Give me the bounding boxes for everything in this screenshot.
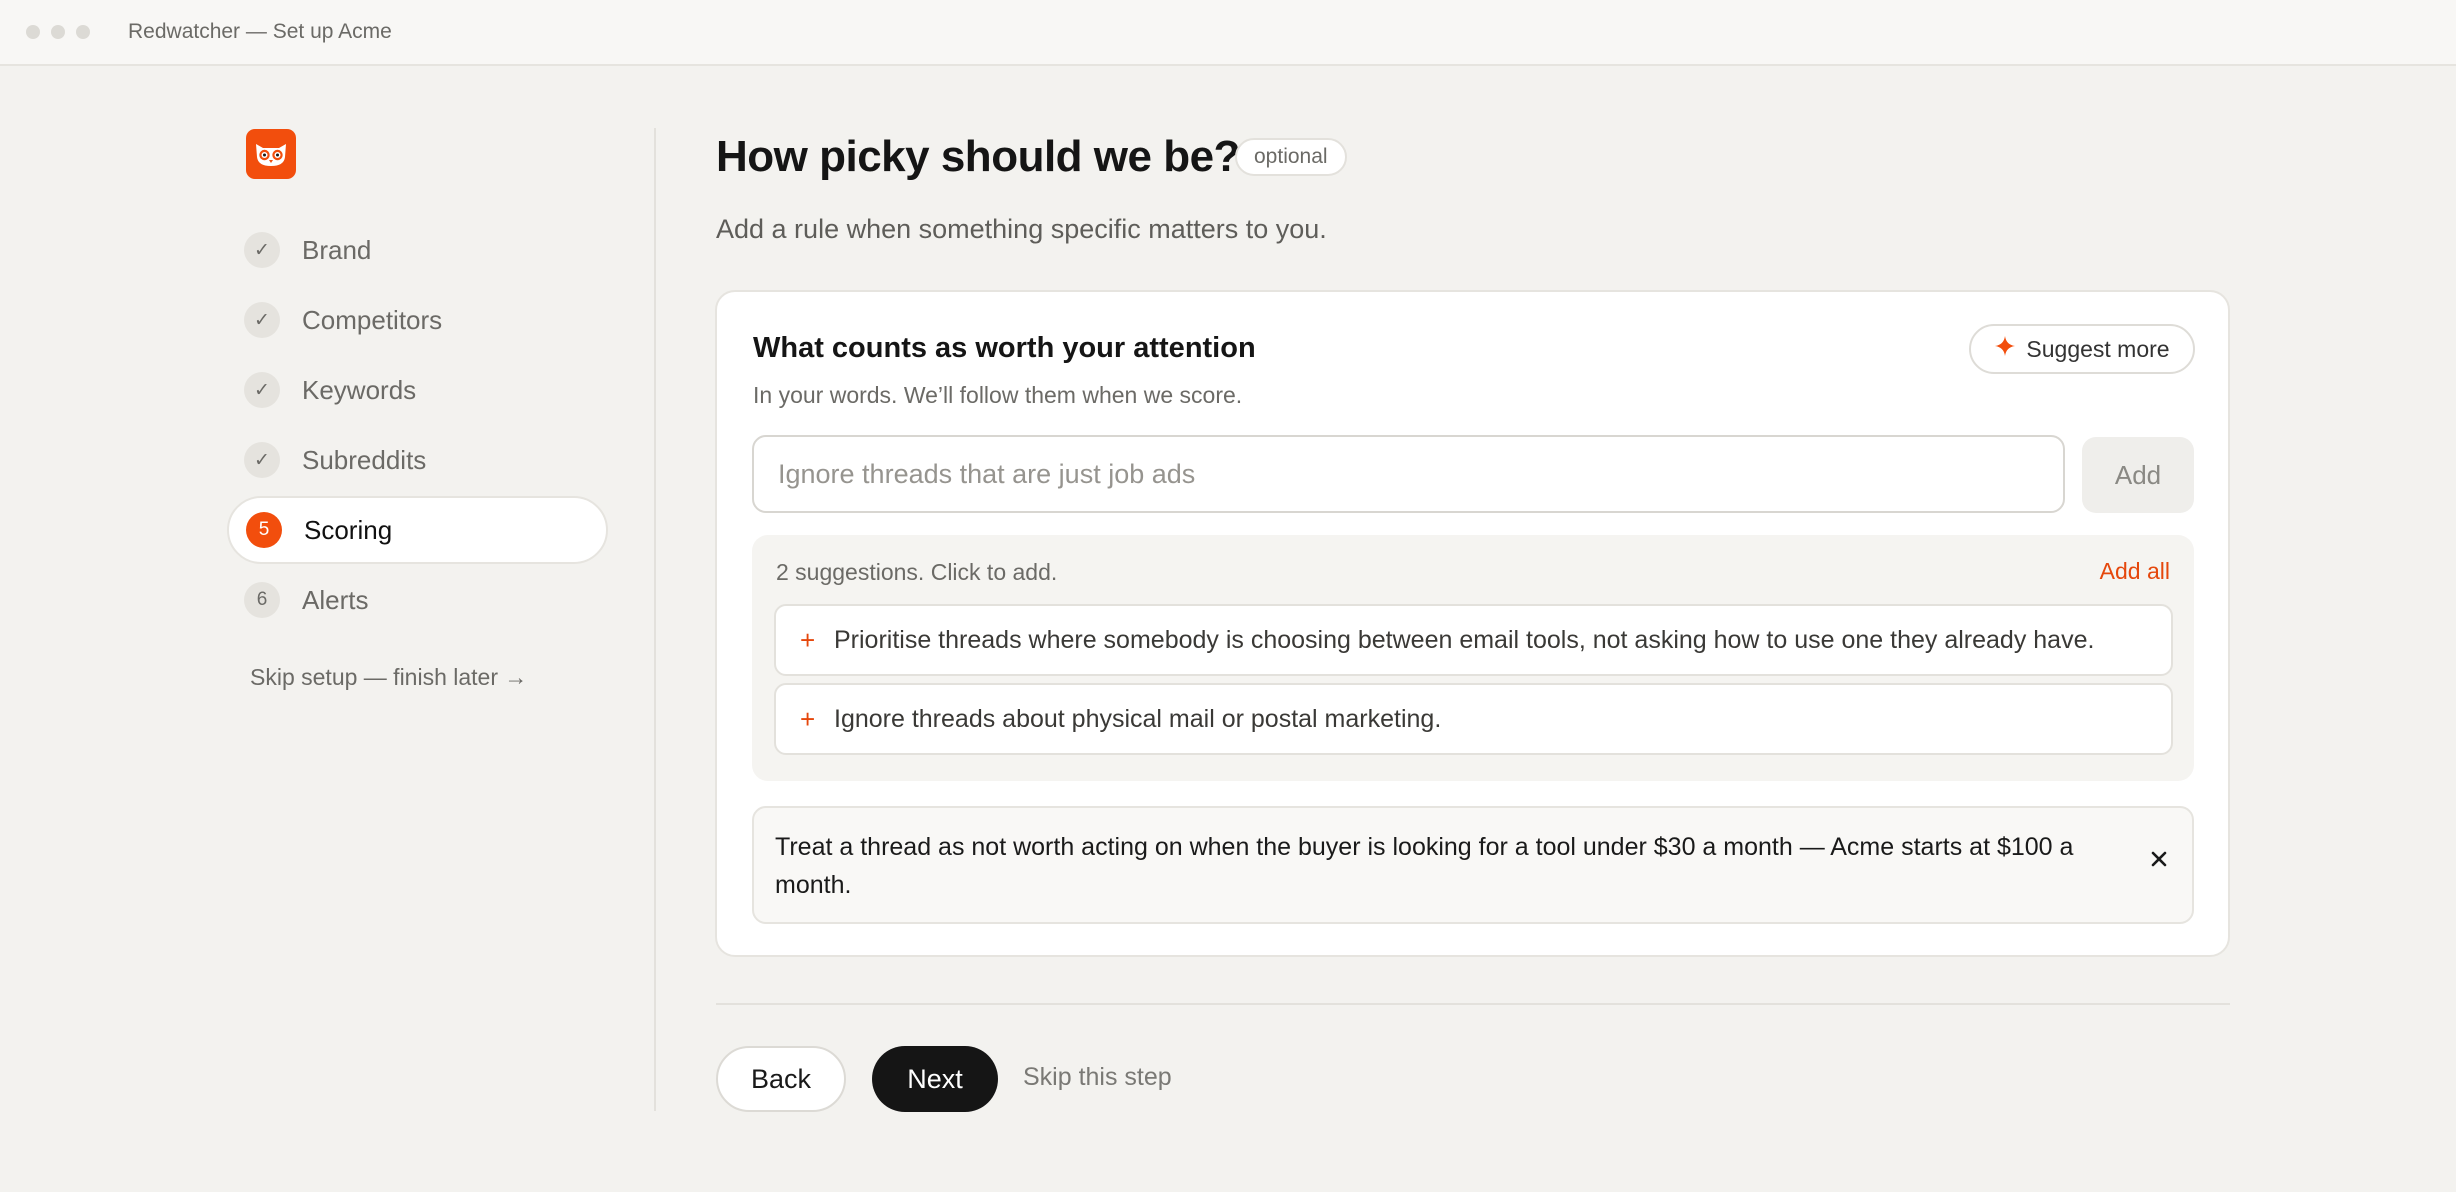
step-subreddits[interactable]: ✓ Subreddits bbox=[227, 426, 608, 494]
minimize-window-dot[interactable] bbox=[51, 25, 65, 39]
check-icon: ✓ bbox=[244, 302, 280, 338]
step-competitors[interactable]: ✓ Competitors bbox=[227, 286, 608, 354]
step-number-badge: 6 bbox=[244, 582, 280, 618]
suggestion-item[interactable]: + Ignore threads about physical mail or … bbox=[774, 683, 2173, 755]
suggest-more-label: Suggest more bbox=[2026, 335, 2170, 362]
step-label: Brand bbox=[302, 234, 372, 265]
skip-setup-link[interactable]: Skip setup — finish later → bbox=[250, 664, 527, 691]
check-icon: ✓ bbox=[244, 442, 280, 478]
step-brand[interactable]: ✓ Brand bbox=[227, 216, 608, 284]
page-subtitle: Add a rule when something specific matte… bbox=[716, 214, 1327, 244]
suggestion-text: Ignore threads about physical mail or po… bbox=[834, 704, 1442, 733]
plus-icon: + bbox=[800, 624, 816, 655]
step-number-badge: 5 bbox=[246, 512, 282, 548]
skip-step-link[interactable]: Skip this step bbox=[1023, 1063, 1172, 1092]
step-label: Scoring bbox=[304, 514, 393, 545]
rule-input[interactable] bbox=[752, 435, 2065, 513]
plus-icon: + bbox=[800, 703, 816, 734]
step-keywords[interactable]: ✓ Keywords bbox=[227, 356, 608, 424]
add-rule-button[interactable]: Add bbox=[2082, 437, 2194, 513]
suggest-more-button[interactable]: Suggest more bbox=[1969, 324, 2195, 374]
check-icon: ✓ bbox=[244, 232, 280, 268]
setup-steps-nav: ✓ Brand ✓ Competitors ✓ Keywords ✓ Subre… bbox=[227, 216, 608, 636]
back-button[interactable]: Back bbox=[716, 1046, 846, 1112]
sparkle-icon bbox=[1994, 335, 2016, 363]
step-label: Alerts bbox=[302, 584, 369, 615]
add-all-button[interactable]: Add all bbox=[2100, 558, 2170, 585]
card-description: In your words. We’ll follow them when we… bbox=[753, 382, 1243, 408]
suggestions-header: 2 suggestions. Click to add. bbox=[776, 559, 1058, 585]
scoring-rules-card: What counts as worth your attention In y… bbox=[715, 290, 2230, 957]
step-label: Subreddits bbox=[302, 444, 427, 475]
suggestions-panel: 2 suggestions. Click to add. Add all + P… bbox=[752, 535, 2194, 781]
optional-badge: optional bbox=[1235, 138, 1347, 176]
remove-rule-button[interactable] bbox=[2144, 846, 2174, 876]
window-controls bbox=[26, 25, 90, 39]
card-title: What counts as worth your attention bbox=[753, 332, 1256, 364]
rule-item: Treat a thread as not worth acting on wh… bbox=[752, 806, 2194, 924]
owl-logo-icon bbox=[246, 129, 296, 179]
sidebar-divider bbox=[654, 128, 656, 1111]
rule-text: Treat a thread as not worth acting on wh… bbox=[775, 833, 2074, 899]
close-icon bbox=[2150, 850, 2168, 873]
window-titlebar: Redwatcher — Set up Acme bbox=[0, 0, 2456, 66]
suggestion-text: Prioritise threads where somebody is cho… bbox=[834, 625, 2095, 654]
maximize-window-dot[interactable] bbox=[76, 25, 90, 39]
step-scoring[interactable]: 5 Scoring bbox=[227, 496, 608, 564]
suggestion-item[interactable]: + Prioritise threads where somebody is c… bbox=[774, 604, 2173, 676]
next-button[interactable]: Next bbox=[872, 1046, 998, 1112]
step-label: Keywords bbox=[302, 374, 417, 405]
page-title: How picky should we be? bbox=[716, 132, 1240, 181]
footer-divider bbox=[716, 1003, 2230, 1005]
window-title: Redwatcher — Set up Acme bbox=[128, 20, 392, 43]
step-label: Competitors bbox=[302, 304, 443, 335]
close-window-dot[interactable] bbox=[26, 25, 40, 39]
check-icon: ✓ bbox=[244, 372, 280, 408]
step-alerts[interactable]: 6 Alerts bbox=[227, 566, 608, 634]
